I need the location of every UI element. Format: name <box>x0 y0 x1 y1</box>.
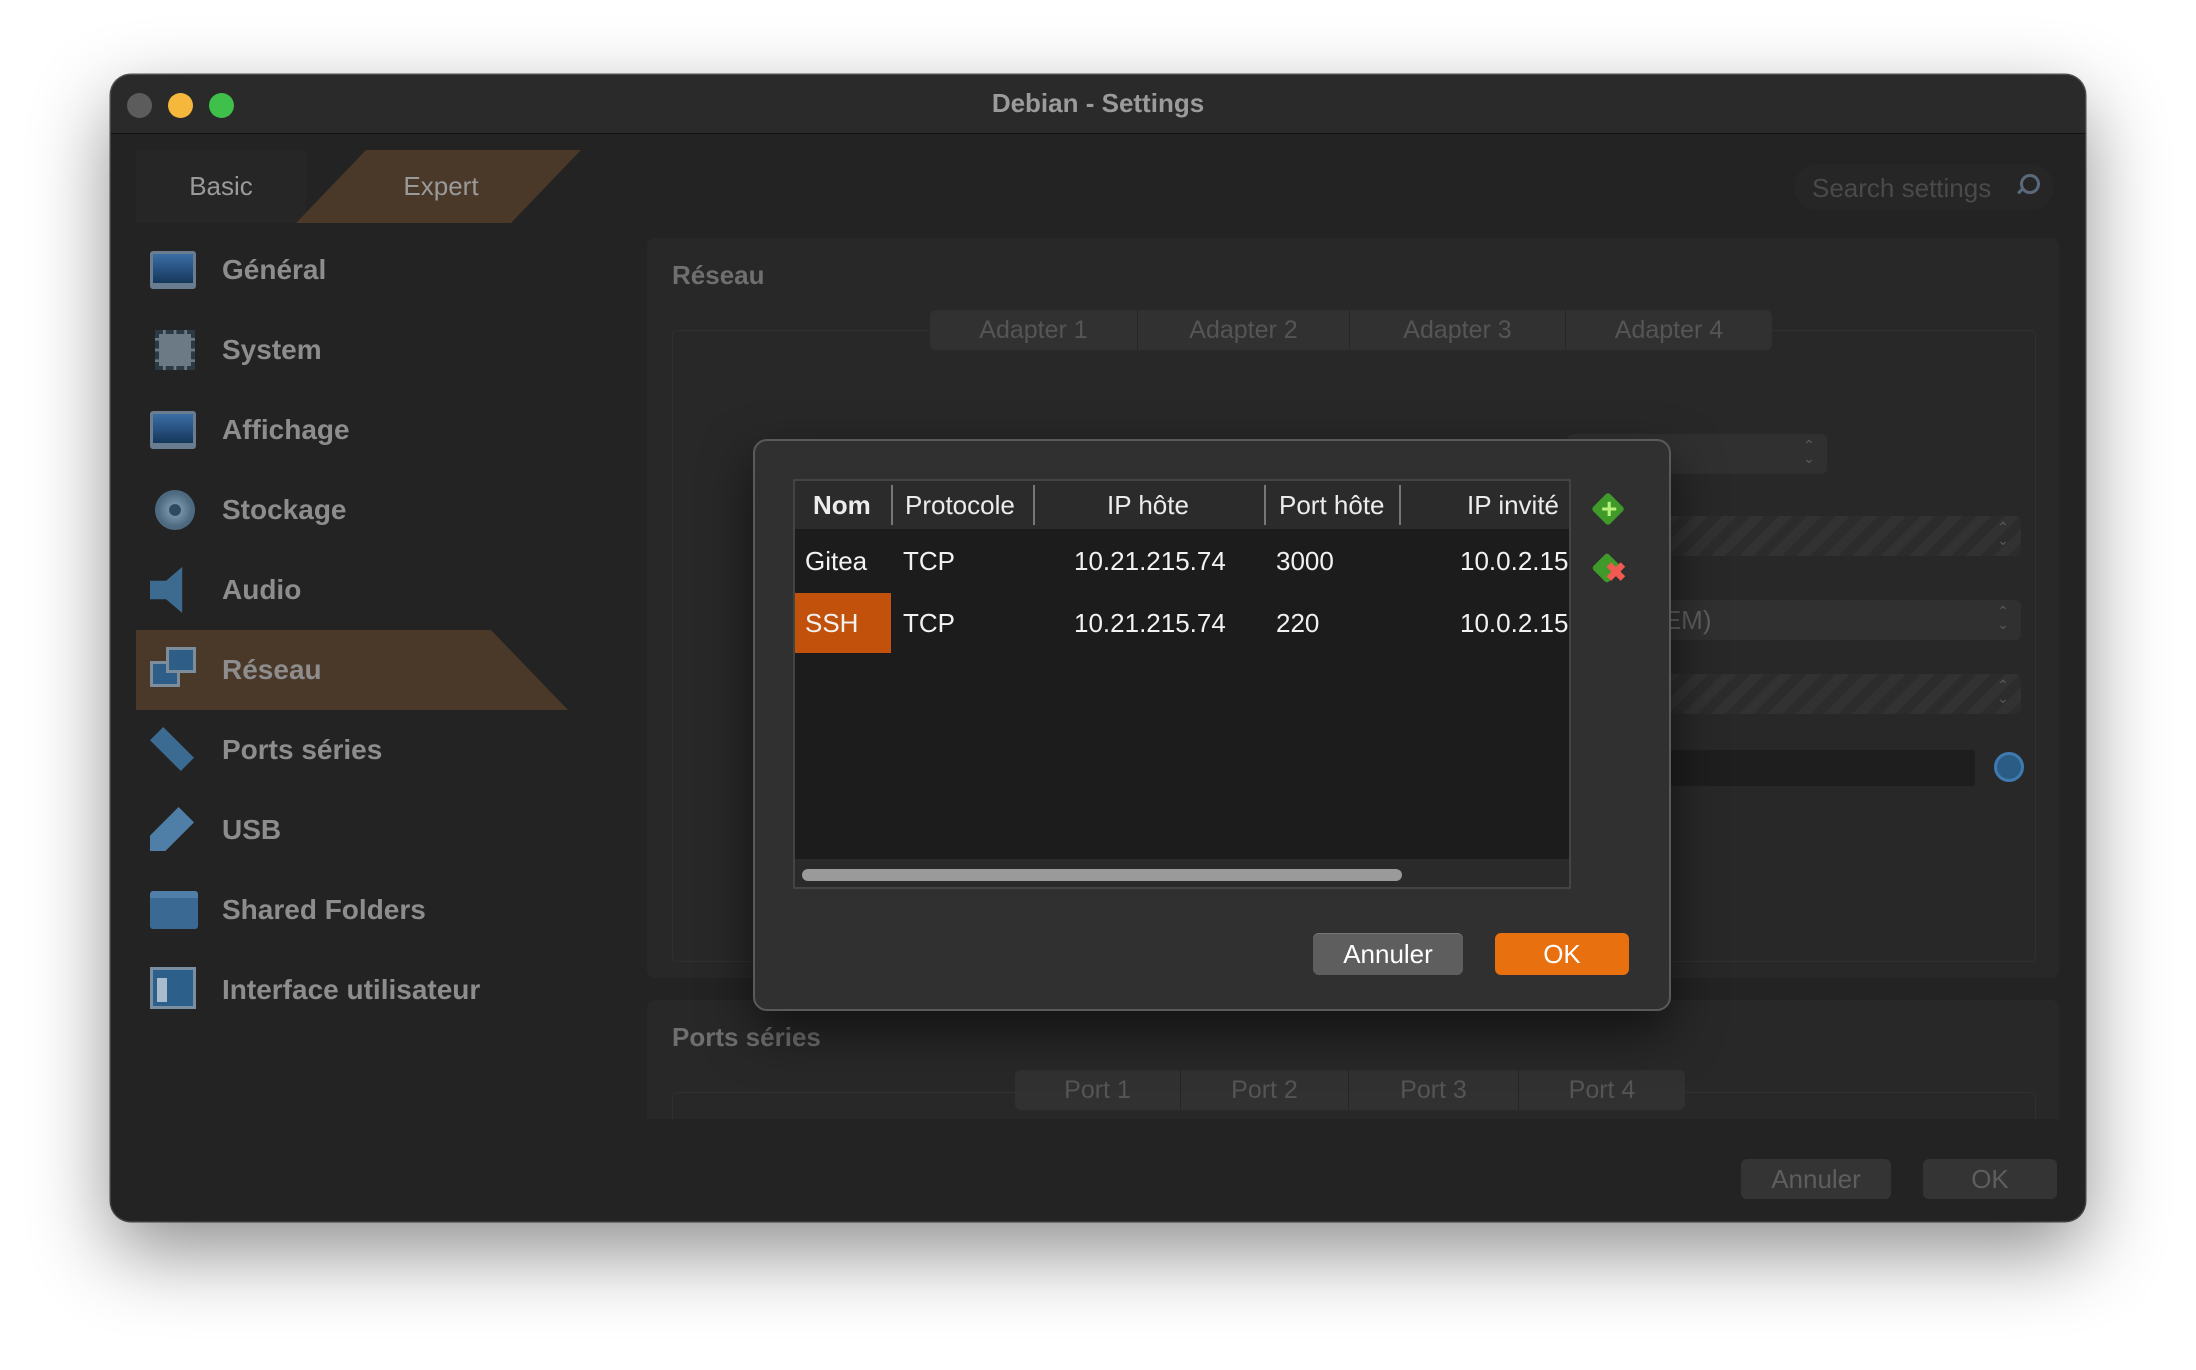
cell-host-ip[interactable]: 10.21.215.74 <box>1074 531 1226 591</box>
sidebar-item-label: System <box>222 334 322 365</box>
tab-port-1[interactable]: Port 1 <box>1015 1070 1181 1110</box>
add-rule-icon[interactable]: + <box>1591 492 1626 527</box>
updown-icon: ⌃ ⌄ <box>1997 677 2009 706</box>
updown-icon: ⌃ ⌄ <box>1803 437 1815 466</box>
cell-guest-ip[interactable]: 10.0.2.15 <box>1460 531 1568 591</box>
tab-adapter-2[interactable]: Adapter 2 <box>1138 310 1350 350</box>
tab-port-2[interactable]: Port 2 <box>1181 1070 1349 1110</box>
port-forwarding-table: Nom Protocole IP hôte Port hôte IP invit… <box>793 479 1571 889</box>
column-separator[interactable] <box>891 485 893 525</box>
ok-button[interactable]: OK <box>1923 1159 2057 1199</box>
tab-port-4[interactable]: Port 4 <box>1519 1070 1685 1110</box>
cancel-button[interactable]: Annuler <box>1741 1159 1891 1199</box>
cell-host-port[interactable]: 3000 <box>1276 531 1334 591</box>
updown-icon: ⌃ ⌄ <box>1997 519 2009 548</box>
expert-mode-label[interactable]: Expert <box>366 150 516 223</box>
sidebar-item-label: Shared Folders <box>222 894 426 925</box>
column-header-host-ip[interactable]: IP hôte <box>1107 481 1189 529</box>
sidebar-item-label: Réseau <box>222 654 322 685</box>
scrollbar-thumb[interactable] <box>802 869 1402 881</box>
serial-port-tabs: Port 1 Port 2 Port 3 Port 4 <box>1015 1070 1685 1110</box>
dialog-cancel-button[interactable]: Annuler <box>1313 933 1463 975</box>
sidebar-item-label: Ports séries <box>222 734 383 765</box>
refresh-mac-icon[interactable] <box>1994 752 2024 782</box>
settings-window: Debian - Settings Basic Expert Search se… <box>111 75 2085 1221</box>
sidebar-item-label: Interface utilisateur <box>222 974 481 1005</box>
sidebar-item-network[interactable]: Réseau <box>136 630 556 710</box>
network-section-title: Réseau <box>672 260 765 290</box>
table-row[interactable]: Gitea TCP 10.21.215.74 3000 10.0.2.15 <box>795 531 1569 591</box>
sidebar-item-audio[interactable]: Audio <box>136 550 556 630</box>
column-separator[interactable] <box>1399 485 1401 525</box>
sidebar-item-shared-folders[interactable]: Shared Folders <box>136 870 556 950</box>
cell-protocol[interactable]: TCP <box>903 531 955 591</box>
sidebar-item-general[interactable]: Général <box>136 230 556 310</box>
search-placeholder: Search settings <box>1812 173 1992 203</box>
mode-switch: Basic Expert <box>136 150 586 223</box>
updown-icon: ⌃ ⌄ <box>1997 603 2009 632</box>
sidebar-item-label: Affichage <box>222 414 350 445</box>
table-header: Nom Protocole IP hôte Port hôte IP invit… <box>795 481 1569 530</box>
settings-sidebar: Général System Affichage Stockage Audio … <box>136 230 556 1030</box>
cell-name[interactable]: Gitea <box>805 531 867 591</box>
sidebar-item-label: Stockage <box>222 494 347 525</box>
table-row-selected[interactable]: SSH TCP 10.21.215.74 220 10.0.2.15 <box>795 593 1569 653</box>
cell-guest-ip[interactable]: 10.0.2.15 <box>1460 593 1568 653</box>
usb-icon <box>150 807 200 853</box>
tab-adapter-4[interactable]: Adapter 4 <box>1566 310 1772 350</box>
basic-mode-tab[interactable]: Basic <box>136 150 306 223</box>
window-title: Debian - Settings <box>991 88 1205 118</box>
column-header-name[interactable]: Nom <box>813 481 871 529</box>
cell-protocol[interactable]: TCP <box>903 593 955 653</box>
display-icon <box>150 407 200 453</box>
adapter-tabs: Adapter 1 Adapter 2 Adapter 3 Adapter 4 <box>930 310 1772 350</box>
sidebar-item-usb[interactable]: USB <box>136 790 556 870</box>
sidebar-item-label: Général <box>222 254 327 285</box>
cell-host-port[interactable]: 220 <box>1276 593 1319 653</box>
sidebar-item-user-interface[interactable]: Interface utilisateur <box>136 950 556 1030</box>
chip-icon <box>150 327 200 373</box>
tab-adapter-1[interactable]: Adapter 1 <box>930 310 1138 350</box>
monitor-icon <box>150 247 200 293</box>
title-bar: Debian - Settings <box>111 75 2085 134</box>
tab-adapter-3[interactable]: Adapter 3 <box>1350 310 1566 350</box>
folder-icon <box>150 887 200 933</box>
disk-icon <box>150 487 200 533</box>
column-header-guest-ip[interactable]: IP invité <box>1467 481 1559 529</box>
sidebar-item-serial-ports[interactable]: Ports séries <box>136 710 556 790</box>
cell-host-ip[interactable]: 10.21.215.74 <box>1074 593 1226 653</box>
column-separator[interactable] <box>1264 485 1266 525</box>
user-interface-icon <box>150 967 200 1013</box>
dialog-ok-button[interactable]: OK <box>1495 933 1629 975</box>
horizontal-scrollbar[interactable] <box>795 859 1569 887</box>
network-icon <box>150 647 200 693</box>
port-forwarding-dialog: Nom Protocole IP hôte Port hôte IP invit… <box>753 439 1671 1011</box>
serial-port-icon <box>150 727 200 773</box>
search-settings-field[interactable]: Search settings <box>1794 164 2054 210</box>
column-separator[interactable] <box>1033 485 1035 525</box>
serial-section-title: Ports séries <box>672 1022 821 1052</box>
sidebar-item-storage[interactable]: Stockage <box>136 470 556 550</box>
sidebar-item-label: Audio <box>222 574 302 605</box>
remove-rule-icon[interactable]: ✖ <box>1591 552 1627 587</box>
sidebar-item-label: USB <box>222 814 282 845</box>
search-icon <box>2020 174 2040 194</box>
sidebar-item-system[interactable]: System <box>136 310 556 390</box>
cell-name[interactable]: SSH <box>795 593 891 653</box>
column-header-host-port[interactable]: Port hôte <box>1279 481 1385 529</box>
tab-port-3[interactable]: Port 3 <box>1349 1070 1519 1110</box>
speaker-icon <box>150 567 200 613</box>
sidebar-item-display[interactable]: Affichage <box>136 390 556 470</box>
column-header-protocol[interactable]: Protocole <box>905 481 1015 529</box>
